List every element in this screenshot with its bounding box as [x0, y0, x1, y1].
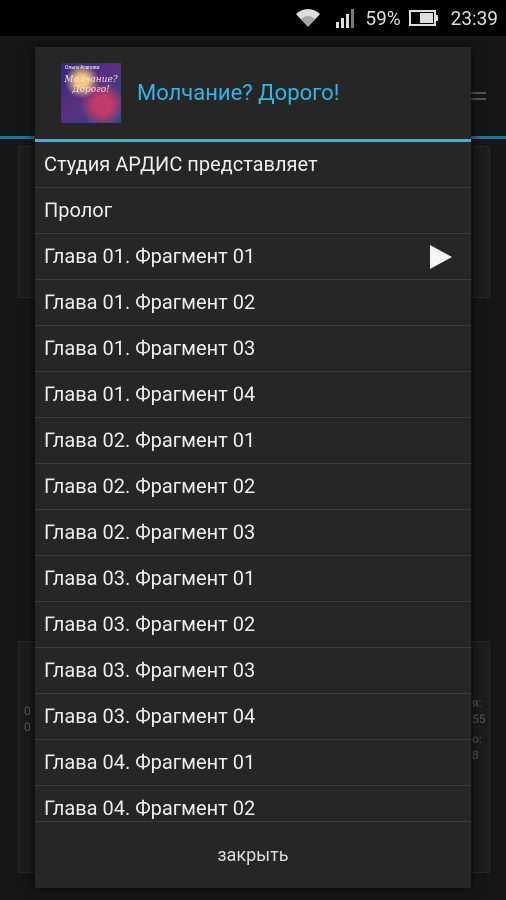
background-text: я:	[472, 696, 482, 710]
list-item[interactable]: Глава 03. Фрагмент 01	[35, 556, 471, 602]
background-text: 8	[472, 748, 479, 762]
background-text: о:	[472, 732, 482, 746]
signal-icon	[336, 9, 355, 28]
list-item[interactable]: Глава 03. Фрагмент 02	[35, 602, 471, 648]
clock: 23:39	[450, 6, 498, 30]
list-item[interactable]: Глава 02. Фрагмент 02	[35, 464, 471, 510]
close-button[interactable]: закрыть	[35, 821, 471, 888]
book-cover-image: Ольга Агапова Молчание? Дорого!	[61, 63, 121, 123]
background-text: 0	[24, 704, 31, 718]
list-item[interactable]: Глава 03. Фрагмент 04	[35, 694, 471, 740]
list-item-current[interactable]: Глава 01. Фрагмент 01	[35, 234, 471, 280]
chapter-list-dialog: Ольга Агапова Молчание? Дорого! Молчание…	[35, 47, 471, 888]
list-item[interactable]: Глава 02. Фрагмент 03	[35, 510, 471, 556]
list-item[interactable]: Глава 01. Фрагмент 03	[35, 326, 471, 372]
dialog-header: Ольга Агапова Молчание? Дорого! Молчание…	[35, 47, 471, 142]
list-item[interactable]: Пролог	[35, 188, 471, 234]
close-button-label: закрыть	[217, 844, 289, 866]
background-text: 55	[472, 712, 486, 726]
background-text: 0	[24, 720, 31, 734]
list-item[interactable]: Глава 04. Фрагмент 01	[35, 740, 471, 786]
list-item[interactable]: Глава 01. Фрагмент 04	[35, 372, 471, 418]
dialog-title: Молчание? Дорого!	[137, 80, 340, 106]
list-item[interactable]: Глава 03. Фрагмент 03	[35, 648, 471, 694]
status-bar: 59% 23:39	[0, 0, 506, 36]
battery-percent: 59%	[365, 6, 401, 30]
battery-icon	[408, 10, 438, 26]
list-item[interactable]: Глава 01. Фрагмент 02	[35, 280, 471, 326]
chapter-list[interactable]: Студия АРДИС представляет Пролог Глава 0…	[35, 142, 471, 831]
list-item[interactable]: Глава 02. Фрагмент 01	[35, 418, 471, 464]
wifi-icon	[296, 9, 321, 27]
play-icon	[430, 245, 452, 269]
list-item[interactable]: Студия АРДИС представляет	[35, 142, 471, 188]
